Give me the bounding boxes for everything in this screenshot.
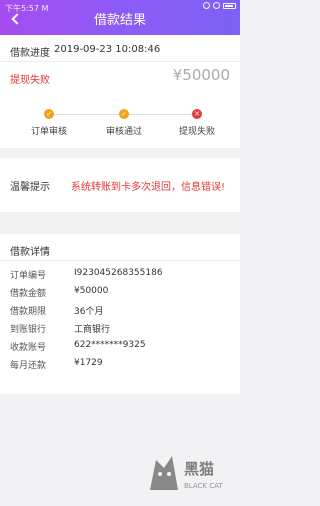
tip-card: 温馨提示 系统转账到卡多次退回，信息错误!: [0, 158, 240, 212]
check-icon: ✓: [119, 109, 129, 119]
detail-card: 借款详情 订单编号 I923045268355186 借款金额 ¥50000 借…: [0, 234, 240, 394]
alarm-icon: [203, 2, 210, 9]
detail-key: 借款期限: [10, 307, 47, 317]
detail-row: 每月还款 ¥1729: [10, 358, 103, 371]
step-label-3: 提现失败: [178, 127, 215, 137]
detail-row: 订单编号 I923045268355186: [10, 268, 163, 281]
page-title: 借款结果: [93, 13, 146, 28]
status-icons: [203, 2, 236, 9]
detail-value: 622*******9325: [74, 340, 146, 350]
cat-logo-icon: 黑猫 BLACK CAT: [150, 456, 223, 490]
detail-row: 借款期限 36个月: [10, 304, 103, 317]
detail-value: ¥1729: [74, 358, 103, 368]
step-label-1: 订单审核: [30, 127, 67, 137]
progress-card: 借款进度 2019-09-23 10:08:46 提现失败 ¥50000 ✓ ✓…: [0, 35, 240, 148]
battery-icon: [223, 2, 236, 9]
detail-key: 收款账号: [10, 343, 47, 353]
progress-label: 借款进度: [10, 48, 50, 59]
svg-text:BLACK CAT: BLACK CAT: [184, 482, 223, 490]
progress-steps: ✓ ✓ ✕ 订单审核 审核通过 提现失败: [0, 109, 240, 141]
detail-row: 借款金额 ¥50000: [10, 286, 108, 299]
progress-datetime: 2019-09-23 10:08:46: [54, 44, 161, 55]
divider: [0, 260, 240, 261]
detail-title: 借款详情: [10, 247, 50, 258]
divider: [0, 61, 240, 62]
progress-row: 借款进度 2019-09-23 10:08:46: [10, 44, 160, 59]
detail-row: 到账银行 工商银行: [10, 322, 110, 335]
tip-message: 系统转账到卡多次退回，信息错误!: [71, 182, 226, 193]
detail-value: 工商银行: [74, 325, 111, 335]
detail-key: 到账银行: [10, 325, 47, 335]
step-connector: [49, 114, 124, 115]
detail-key: 每月还款: [10, 361, 47, 371]
check-icon: ✓: [44, 109, 54, 119]
error-icon: ✕: [192, 109, 202, 119]
app-header: 下午5:57 M 借款结果: [0, 0, 240, 35]
detail-value: ¥50000: [74, 286, 109, 296]
tip-label: 温馨提示: [10, 182, 50, 193]
detail-value: I923045268355186: [74, 268, 163, 278]
detail-key: 借款金额: [10, 289, 47, 299]
step-connector: [124, 114, 197, 115]
signal-icon: [213, 2, 220, 9]
detail-key: 订单编号: [10, 271, 47, 281]
amount-value: ¥50000: [172, 66, 230, 84]
step-label-2: 审核通过: [105, 127, 142, 137]
svg-text:黑猫: 黑猫: [184, 460, 214, 478]
black-cat-watermark: 黑猫 BLACK CAT: [144, 450, 236, 494]
detail-value: 36个月: [74, 307, 104, 317]
detail-row: 收款账号 622*******9325: [10, 340, 146, 353]
status-text: 提现失败: [10, 75, 50, 86]
